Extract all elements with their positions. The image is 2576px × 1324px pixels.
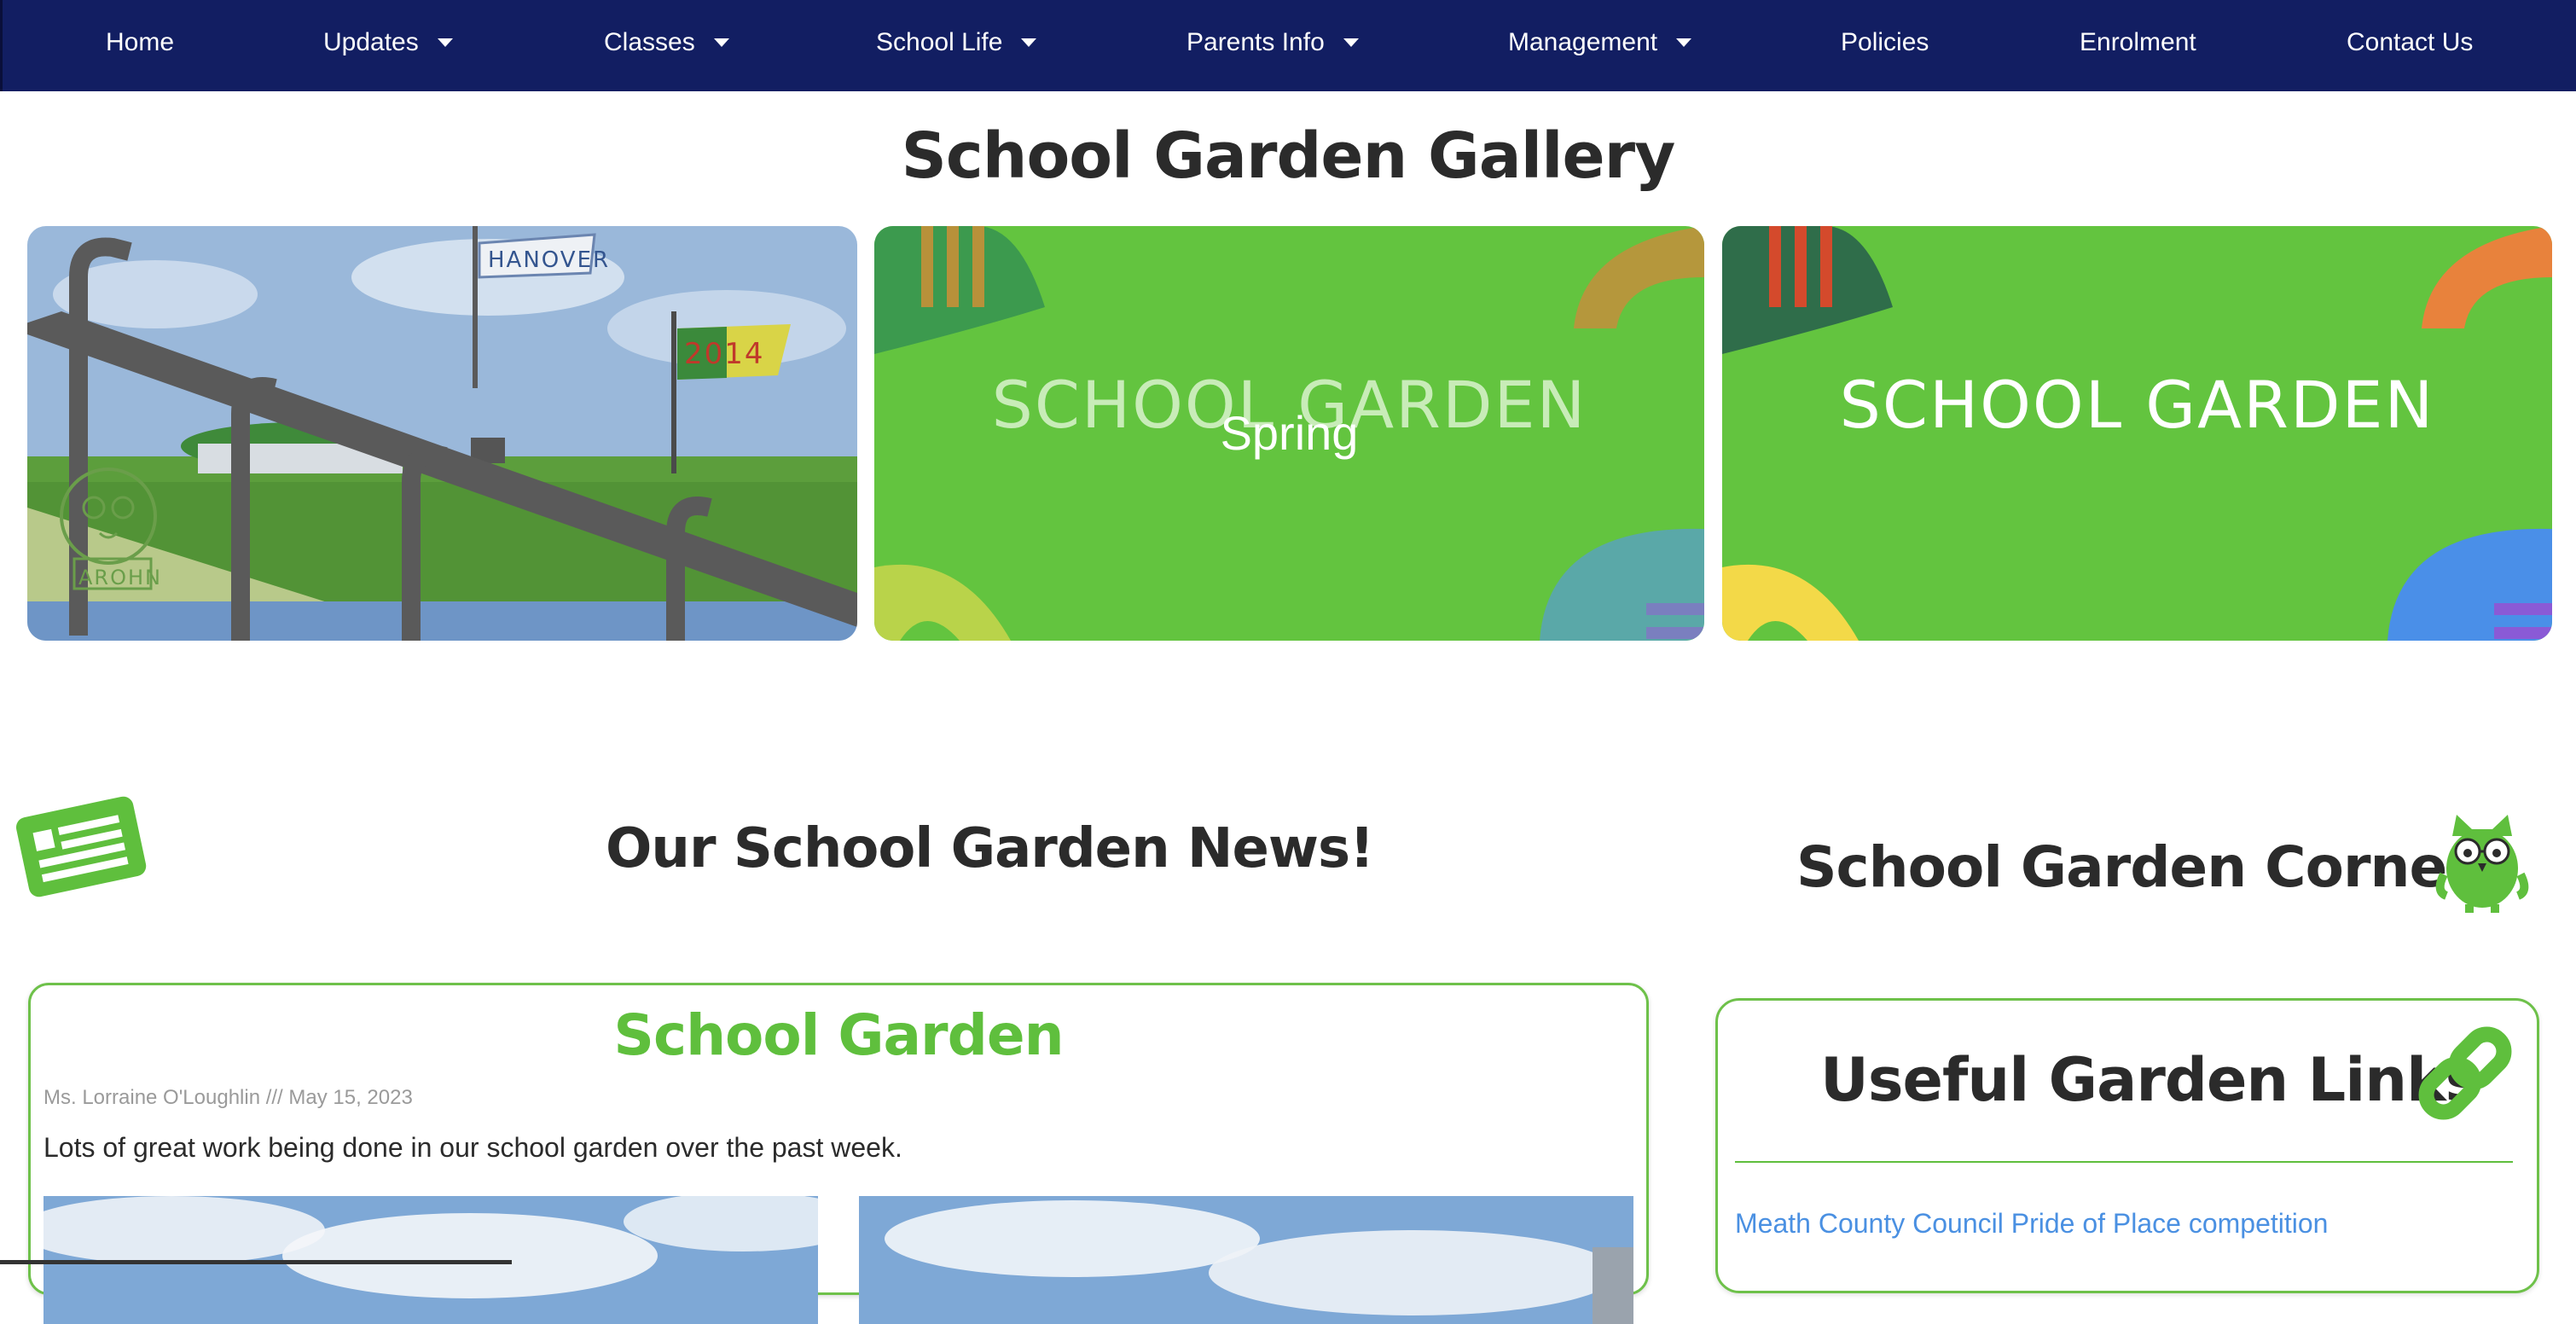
link-chain-icon xyxy=(2418,1026,2512,1120)
caret-down-icon xyxy=(1343,38,1359,47)
post-title[interactable]: School Garden xyxy=(31,1002,1646,1068)
caret-down-icon xyxy=(1021,38,1037,47)
links-title: Useful Garden Links xyxy=(1820,1045,2480,1115)
caret-down-icon xyxy=(713,38,729,47)
nav-parents-info-label: Parents Info xyxy=(1186,28,1325,56)
nav-classes-label: Classes xyxy=(604,28,695,56)
nav-management[interactable]: Management xyxy=(1508,28,1692,57)
gallery-card-school-garden[interactable]: SCHOOL GARDEN xyxy=(1722,226,2552,641)
useful-links-card: Useful Garden Links Meath County Council… xyxy=(1715,998,2539,1293)
main-nav: Home Updates Classes School Life Parents… xyxy=(0,0,2576,91)
gallery-title: School Garden Gallery xyxy=(901,119,1676,193)
nav-school-life[interactable]: School Life xyxy=(876,28,1037,57)
painting-name: AROHN xyxy=(78,566,162,589)
caret-down-icon xyxy=(1676,38,1692,47)
gallery-card-spring[interactable]: SCHOOL GARDEN Spring xyxy=(874,226,1704,641)
nav-management-label: Management xyxy=(1508,28,1658,56)
nav-classes[interactable]: Classes xyxy=(604,28,729,57)
nav-contact-us-label: Contact Us xyxy=(2347,28,2474,56)
nav-home-label: Home xyxy=(106,28,175,56)
post-photo[interactable] xyxy=(859,1196,1633,1324)
nav-updates-label: Updates xyxy=(323,28,419,56)
owl-icon xyxy=(2435,815,2529,913)
caret-down-icon xyxy=(437,38,453,47)
links-divider xyxy=(1735,1161,2513,1163)
gallery-card-painting[interactable]: HANOVER 2014 AROHN xyxy=(27,226,857,641)
nav-home[interactable]: Home xyxy=(106,28,174,57)
post-body: Lots of great work being done in our sch… xyxy=(44,1132,902,1163)
newspaper-icon xyxy=(15,796,147,897)
nav-policies[interactable]: Policies xyxy=(1841,28,1929,57)
nav-enrolment-label: Enrolment xyxy=(2080,28,2196,56)
nav-updates[interactable]: Updates xyxy=(323,28,453,57)
corner-section-title: School Garden Corner xyxy=(1796,834,2474,900)
link-pride-of-place[interactable]: Meath County Council Pride of Place comp… xyxy=(1735,1208,2328,1240)
card-label-school-garden: SCHOOL GARDEN xyxy=(1839,367,2435,443)
nav-policies-label: Policies xyxy=(1841,28,1929,56)
news-post-card: School Garden Ms. Lorraine O'Loughlin //… xyxy=(28,983,1649,1324)
nav-parents-info[interactable]: Parents Info xyxy=(1186,28,1359,57)
news-section-title: Our School Garden News! xyxy=(606,817,1374,880)
nav-enrolment[interactable]: Enrolment xyxy=(2080,28,2196,57)
nav-contact-us[interactable]: Contact Us xyxy=(2347,28,2473,57)
post-meta: Ms. Lorraine O'Loughlin /// May 15, 2023 xyxy=(44,1086,413,1109)
painting-flag-right: 2014 xyxy=(684,337,765,371)
scrollbar-track[interactable] xyxy=(0,1260,512,1264)
nav-school-life-label: School Life xyxy=(876,28,1003,56)
card-overlay-spring: Spring xyxy=(1220,406,1359,460)
painting-flag-left: HANOVER xyxy=(488,247,611,273)
sky-photo xyxy=(859,1196,1633,1324)
